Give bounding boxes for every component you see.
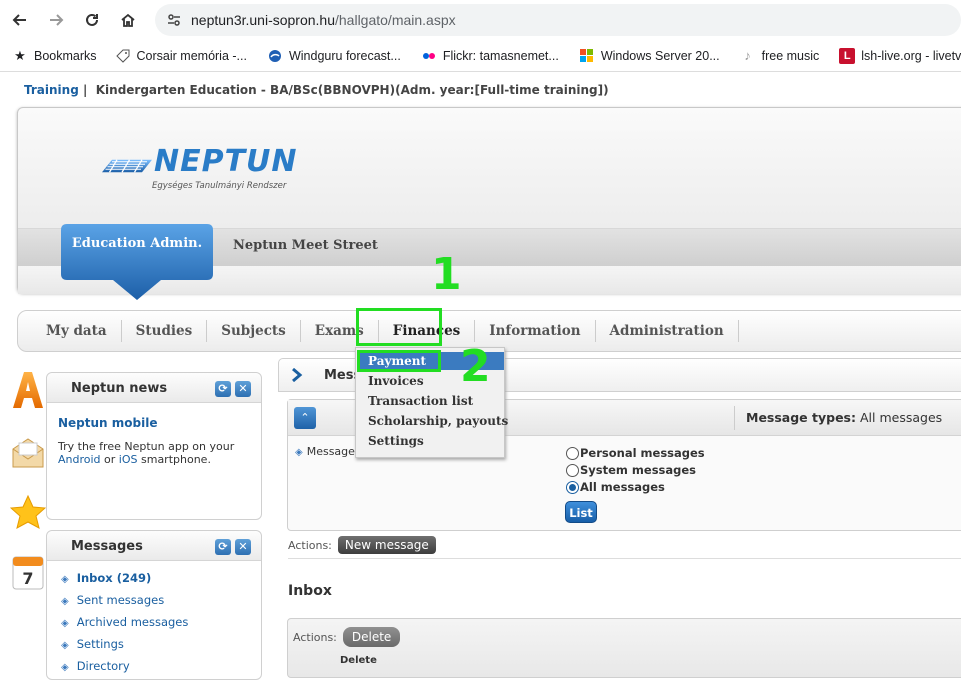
message-types-summary: Message types: All messages: [746, 410, 943, 425]
actions-bar-top: Actions: New message: [288, 536, 436, 554]
back-icon[interactable]: [2, 2, 38, 38]
diamond-icon: ◈: [295, 447, 303, 458]
message-settings-link[interactable]: ◈ Settings: [61, 637, 124, 651]
star-icon: ★: [14, 47, 26, 63]
star-favorites-icon[interactable]: [10, 493, 46, 533]
annotation-box-finances: [356, 308, 442, 346]
inbox-table: Actions: Delete Delete: [287, 618, 961, 678]
close-icon[interactable]: ✕: [235, 539, 251, 555]
radio-button[interactable]: [566, 480, 579, 494]
envelope-icon[interactable]: [10, 433, 46, 473]
diamond-icon: ◈: [61, 662, 69, 673]
tab-neptun-meet-street[interactable]: Neptun Meet Street: [233, 238, 378, 253]
music-icon: ♪: [744, 48, 751, 63]
menu-studies[interactable]: Studies: [122, 320, 208, 342]
letter-a-icon[interactable]: [10, 370, 46, 410]
news-item-title[interactable]: Neptun mobile: [58, 416, 157, 430]
news-item-body: Try the free Neptun app on your Android …: [58, 440, 235, 466]
neptun-logo-subtitle: Egységes Tanulmányi Rendszer: [152, 181, 287, 191]
diamond-icon: ◈: [61, 574, 69, 585]
annotation-box-payment: [357, 350, 441, 372]
annotation-step-2: 2: [460, 341, 491, 392]
inbox-heading: Inbox: [288, 583, 332, 599]
url-host: neptun3r.uni-sopron.hu: [191, 12, 335, 28]
menu-information[interactable]: Information: [475, 320, 596, 342]
bookmarks-bar: ★ Bookmarks Corsair memória -... Windguru…: [0, 40, 961, 72]
annotation-step-1: 1: [431, 249, 462, 300]
bookmark-item[interactable]: ★ Bookmarks: [0, 42, 103, 70]
dropdown-transaction-list[interactable]: Transaction list: [368, 394, 473, 408]
radio-all-messages[interactable]: All messages: [566, 480, 665, 494]
bookmark-item[interactable]: Corsair memória -...: [109, 42, 253, 70]
forward-icon[interactable]: [38, 2, 74, 38]
calendar-icon[interactable]: 7: [10, 553, 46, 593]
collapse-icon[interactable]: ⌃: [294, 407, 316, 429]
sent-messages-link[interactable]: ◈ Sent messages: [61, 593, 164, 607]
svg-text:7: 7: [22, 569, 33, 588]
inbox-link[interactable]: ◈ Inbox (249): [61, 571, 151, 585]
radio-personal-messages[interactable]: Personal messages: [566, 446, 705, 460]
url-path: /hallgato/main.aspx: [335, 12, 456, 28]
bookmark-item[interactable]: Flickr: tamasnemet...: [415, 42, 565, 70]
bookmark-item[interactable]: Llsh-live.org - livetv...: [833, 42, 961, 70]
dropdown-invoices[interactable]: Invoices: [368, 374, 424, 388]
news-panel: Neptun news ⟳ ✕ Neptun mobile Try the fr…: [46, 372, 262, 520]
neptun-logo-text: NEPTUN: [154, 144, 298, 179]
dropdown-scholarship-payouts[interactable]: Scholarship, payouts: [368, 414, 508, 428]
browser-toolbar: neptun3r.uni-sopron.hu/hallgato/main.asp…: [0, 0, 961, 40]
breadcrumb-training-text: Kindergarten Education - BA/BSc(BBNOVPH)…: [95, 83, 609, 97]
radio-system-messages[interactable]: System messages: [566, 463, 696, 477]
flickr-icon: [421, 48, 437, 64]
refresh-icon[interactable]: ⟳: [215, 381, 231, 397]
menu-subjects[interactable]: Subjects: [207, 320, 301, 342]
menu-administration[interactable]: Administration: [596, 320, 739, 342]
header-banner: NEPTUN Egységes Tanulmányi Rendszer Educ…: [17, 107, 961, 300]
lsh-icon: L: [839, 47, 856, 64]
ios-link[interactable]: iOS: [119, 453, 138, 466]
site-settings-icon[interactable]: [166, 12, 182, 28]
url-bar[interactable]: neptun3r.uni-sopron.hu/hallgato/main.asp…: [155, 4, 961, 36]
bookmark-item[interactable]: Windows Server 20...: [573, 42, 726, 70]
neptun-logo-icon[interactable]: [102, 144, 152, 188]
dropdown-settings[interactable]: Settings: [368, 434, 424, 448]
tag-icon: [115, 48, 131, 64]
close-icon[interactable]: ✕: [235, 381, 251, 397]
tab-education-admin[interactable]: Education Admin.: [61, 236, 213, 251]
delete-button[interactable]: Delete: [342, 627, 401, 647]
bookmark-item[interactable]: ♪ free music: [734, 42, 826, 70]
neptun-page: Training | Kindergarten Education - BA/B…: [0, 73, 961, 680]
directory-link[interactable]: ◈ Directory: [61, 659, 130, 673]
diamond-icon: ◈: [61, 640, 69, 651]
refresh-icon[interactable]: ⟳: [215, 539, 231, 555]
bookmark-item[interactable]: Windguru forecast...: [261, 42, 407, 70]
breadcrumb: Training | Kindergarten Education - BA/B…: [24, 83, 609, 97]
new-message-button[interactable]: New message: [337, 536, 436, 554]
menu-my-data[interactable]: My data: [32, 320, 122, 342]
windows-icon: [579, 48, 595, 64]
radio-button[interactable]: [566, 463, 579, 477]
reload-icon[interactable]: [74, 2, 110, 38]
android-link[interactable]: Android: [58, 453, 101, 466]
actions-bar-inbox: Actions: Delete: [293, 627, 401, 647]
chevron-right-icon: [292, 368, 303, 382]
messages-panel: Messages ⟳ ✕ ◈ Inbox (249) ◈ Sent messages…: [46, 530, 262, 680]
home-icon[interactable]: [110, 2, 146, 38]
diamond-icon: ◈: [61, 618, 69, 629]
diamond-icon: ◈: [61, 596, 69, 607]
breadcrumb-training-link[interactable]: Training: [24, 83, 79, 97]
windguru-icon: [267, 48, 283, 64]
radio-button[interactable]: [566, 446, 579, 460]
delete-column-header: Delete: [340, 655, 377, 666]
archived-messages-link[interactable]: ◈ Archived messages: [61, 615, 188, 629]
list-button[interactable]: List: [565, 501, 597, 523]
